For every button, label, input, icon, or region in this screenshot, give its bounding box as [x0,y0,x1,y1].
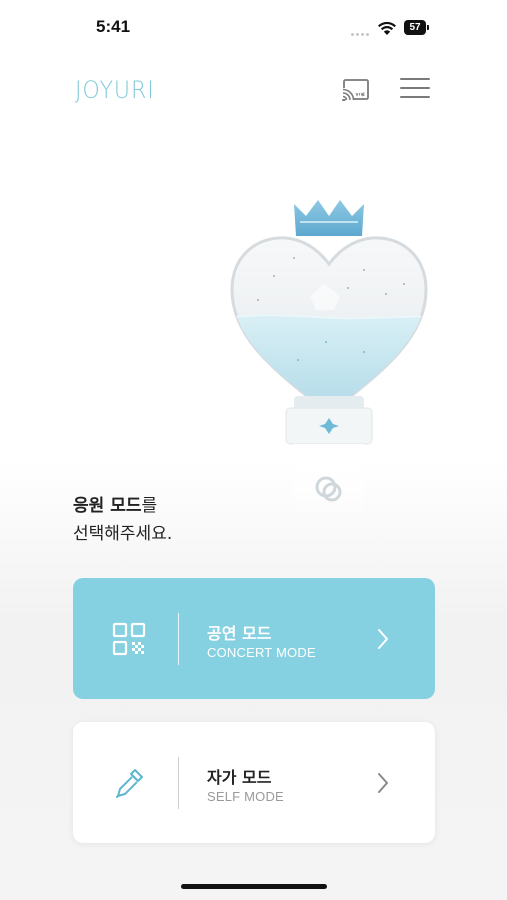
concert-mode-subtitle: CONCERT MODE [207,645,316,660]
cast-icon[interactable] [340,76,372,104]
heading-suffix-text: 를 [141,496,158,516]
self-mode-title: 자가 모드 [207,768,272,787]
card-divider [178,613,179,665]
battery-icon: 57 [404,20,430,35]
menu-icon[interactable] [400,78,430,102]
self-mode-subtitle: SELF MODE [207,789,284,804]
wifi-icon [378,21,396,35]
heading-bold-text: 응원 모드 [73,496,142,516]
heading-line2-text: 선택해주세요. [73,524,173,544]
self-mode-button[interactable]: 자가 모드 SELF MODE [73,722,435,843]
home-indicator[interactable] [181,884,327,889]
joyuri-logo: JOYURI [75,76,155,104]
qr-code-icon [112,622,146,656]
app-screen: 5:41 57 JOYURI 응원 모드를 선택해주세요. 공연 모드 CONC… [0,0,507,900]
mode-selection-heading: 응원 모드를 선택해주세요. [73,492,333,548]
status-time: 5:41 [96,17,131,36]
battery-level: 57 [404,20,426,35]
concert-mode-title: 공연 모드 [207,624,272,643]
eyedropper-icon [116,769,143,798]
chevron-right-icon [378,773,388,793]
card-divider [178,757,179,809]
cellular-signal-icon [351,24,373,36]
concert-mode-button[interactable]: 공연 모드 CONCERT MODE [73,578,435,699]
chevron-right-icon [378,629,388,649]
app-header: JOYURI [0,62,507,118]
status-bar: 5:41 57 [0,0,507,58]
heart-lightstick-image [230,200,428,522]
